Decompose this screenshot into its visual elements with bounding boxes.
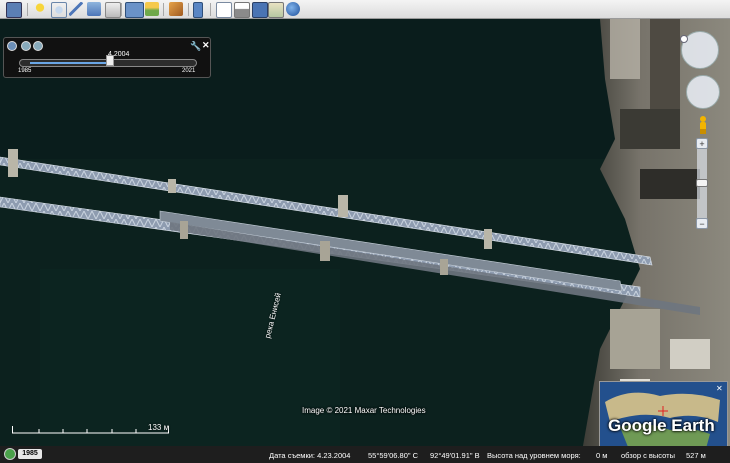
toolbar-separator [163,3,164,16]
toolbar-separator [188,3,189,16]
zoom-out-button[interactable]: − [696,218,708,229]
zoom-in-time-icon[interactable] [33,41,43,51]
google-earth-logo: Google Earth [608,416,715,435]
scale-legend [12,426,169,434]
street-view-pegman-icon[interactable] [697,115,709,135]
map-view[interactable]: 🔧 ✕ 4.2004 1985 2021 + − река Енисей Ima… [0,19,730,463]
slider-end-year: 2021 [182,68,196,74]
slider-start-year: 1985 [18,68,32,74]
planets-icon[interactable] [169,2,183,16]
overlay-icon[interactable] [87,2,101,16]
eye-altitude-label: обзор с высоты [621,451,675,460]
historical-imagery-slider: 🔧 ✕ 4.2004 1985 2021 [3,37,211,78]
toolbar-separator [121,3,122,16]
time-slider-fill [30,62,110,64]
email-icon[interactable] [216,2,232,18]
earth-gallery-icon[interactable] [286,2,300,16]
sun-icon[interactable] [145,2,159,16]
toolbar-separator [27,3,28,16]
placemark-icon[interactable] [33,2,47,16]
clock-icon[interactable] [7,41,17,51]
time-slider-thumb[interactable] [106,55,114,66]
close-icon[interactable]: ✕ [202,40,210,51]
latitude: 55°59'06.80" С [368,451,419,460]
elevation-label: Высота над уровнем моря: [487,451,581,460]
imagery-copyright: Image © 2021 Maxar Technologies [302,406,426,415]
toolbar-separator [210,3,211,16]
close-icon[interactable]: ✕ [716,384,723,393]
zoom-in-button[interactable]: + [696,138,708,149]
north-icon[interactable] [680,35,688,43]
zoom-out-time-icon[interactable] [21,41,31,51]
scale-label: 133 м [148,423,170,432]
longitude: 92°49'01.91" В [430,451,480,460]
path-icon[interactable] [69,2,83,16]
zoom-slider[interactable]: + − [696,138,708,229]
polygon-icon[interactable] [51,2,67,18]
historical-imagery-icon[interactable] [125,2,144,18]
maps-icon[interactable] [268,2,284,18]
move-navigation-control[interactable] [686,75,720,109]
zoom-slider-thumb[interactable] [696,179,708,187]
ruler-icon[interactable] [193,2,203,18]
elevation-value: 0 м [596,451,608,460]
print-icon[interactable] [234,2,250,18]
tour-icon[interactable] [105,2,121,18]
status-bar: 1985 Дата съемки: 4.23.2004 55°59'06.80"… [0,446,730,463]
wrench-icon[interactable]: 🔧 [190,41,201,52]
save-image-icon[interactable] [252,2,268,18]
eye-altitude-value: 527 м [686,451,706,460]
look-navigation-control[interactable] [680,31,719,69]
capture-date: Дата съемки: 4.23.2004 [269,451,351,460]
globe-icon[interactable] [4,448,16,460]
google-earth-window: 🔧 ✕ 4.2004 1985 2021 + − река Енисей Ima… [0,0,730,463]
sidebar-icon[interactable] [6,2,22,18]
imagery-year-badge[interactable]: 1985 [18,449,42,459]
toolbar [0,0,730,19]
